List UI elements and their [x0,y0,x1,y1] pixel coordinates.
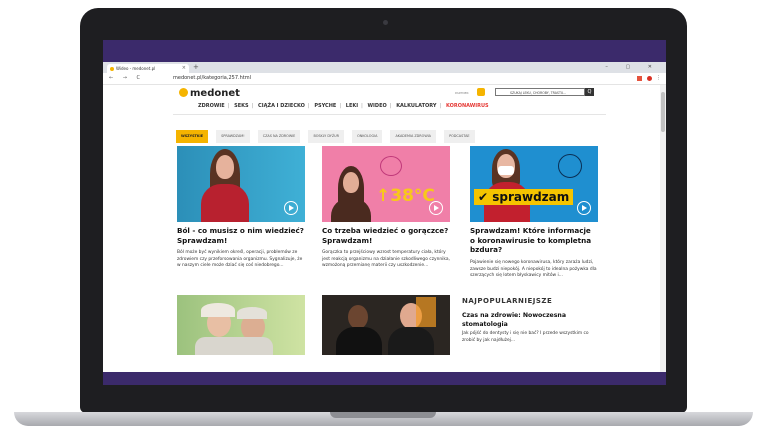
popular-heading: NAJPOPULARNIEJSZE [462,297,553,305]
nav-item-wideo[interactable]: WIDEO [368,103,387,109]
nav-buttons[interactable]: ← → C [109,73,144,84]
popular-title[interactable]: Czas na zdrowie: Nowoczesna stomatologia [462,312,592,329]
temperature-text: ↑38°C [376,186,435,206]
play-icon[interactable] [429,201,443,215]
laptop-screen: Wideo - medonet.pl × + – ▢ ✕ ← → C medon… [103,40,666,385]
video-thumbnail[interactable] [177,295,305,355]
favicon-icon [110,67,114,71]
webcam [383,20,388,25]
video-thumbnail[interactable] [322,295,450,355]
popular-excerpt: Jak pójść do dentysty i się nie bać? I p… [462,331,589,343]
category-chips: WSZYSTKIE SPRAWDZAM! CZAS NA ZDROWIE BOS… [176,122,478,143]
nav-divider [173,114,606,115]
play-icon[interactable] [284,201,298,215]
nav-item-seks[interactable]: SEKS [234,103,249,109]
close-tab-icon[interactable]: × [182,64,186,73]
nav-item-koronawirus[interactable]: KORONAWIRUS [446,103,489,109]
card-excerpt: Pojawienie się nowego koronawirusa, któr… [470,260,597,279]
chip-czas-na-zdrowie[interactable]: CZAS NA ZDROWIE [257,130,301,143]
url-field[interactable]: medonet.pl/kategoria,257.html [173,73,251,84]
tab-title: Wideo - medonet.pl [116,66,156,71]
chip-akademia[interactable]: AKADEMIA ZDROWIA [390,130,436,143]
window-controls[interactable]: – ▢ ✕ [605,62,660,73]
chip-dyzur[interactable]: BOSKLY DYŻUR [308,130,344,143]
nav-item-psyche[interactable]: PSYCHE [314,103,336,109]
partner-logo-icon[interactable] [477,88,485,96]
card-title[interactable]: Ból - co musisz o nim wiedzieć? Sprawdza… [177,226,305,245]
scrollbar-thumb[interactable] [661,92,665,132]
partner-label: PARTNER [455,91,469,95]
chip-podcasty[interactable]: PODCASTAE [444,130,475,143]
video-thumbnail[interactable] [177,146,305,222]
extension-icon[interactable] [637,76,642,81]
card-title[interactable]: Sprawdzam! Które informacje o koronawiru… [470,226,598,255]
page-content: medonet PARTNER SZUKAJ LEKU, CHOROBY, TR… [103,85,666,372]
nav-item-ciaza[interactable]: CIĄŻA I DZIECKO [258,103,305,109]
browser-tab[interactable]: Wideo - medonet.pl × [107,64,189,73]
play-icon[interactable] [577,201,591,215]
browser-window: Wideo - medonet.pl × + – ▢ ✕ ← → C medon… [103,62,666,372]
video-thumbnail[interactable]: ↑38°C [322,146,450,222]
card-title[interactable]: Co trzeba wiedzieć o gorączce? Sprawdzam… [322,226,450,245]
nav-item-kalkulatory[interactable]: KALKULATORY [396,103,436,109]
search-button[interactable]: Q [585,88,594,96]
thermometer-icon [380,156,402,176]
virus-icon [558,154,582,178]
nav-item-zdrowie[interactable]: ZDROWIE [198,103,225,109]
search-input[interactable]: SZUKAJ LEKU, CHOROBY, TRASTU... [495,88,585,96]
nav-item-leki[interactable]: LEKI [346,103,358,109]
video-thumbnail[interactable]: ✔ sprawdzam [470,146,598,222]
card-excerpt: Gorączka to przejściowy wzrost temperatu… [322,250,450,269]
browser-menu-icon[interactable]: ⋮ [656,73,661,84]
check-icon: ✔ [478,190,489,204]
main-nav: ZDROWIE | SEKS | CIĄŻA I DZIECKO | PSYCHE | … [198,103,489,109]
site-logo[interactable]: medonet [179,88,240,99]
alert-icon[interactable] [647,76,652,81]
sprawdzam-badge: ✔ sprawdzam [474,189,574,205]
chip-sprawdzam[interactable]: SPRAWDZAM! [216,130,250,143]
chip-all[interactable]: WSZYSTKIE [176,130,209,143]
logo-dot-icon [179,88,188,97]
address-bar: ← → C medonet.pl/kategoria,257.html ⋮ [103,73,666,85]
card-excerpt: Ból może być wynikiem określ, operacji, … [177,250,303,269]
new-tab-button[interactable]: + [193,63,199,71]
chip-onkologia[interactable]: ONKOLOGIA [352,130,383,143]
laptop-notch [330,412,436,418]
tab-bar: Wideo - medonet.pl × + – ▢ ✕ [103,62,666,73]
